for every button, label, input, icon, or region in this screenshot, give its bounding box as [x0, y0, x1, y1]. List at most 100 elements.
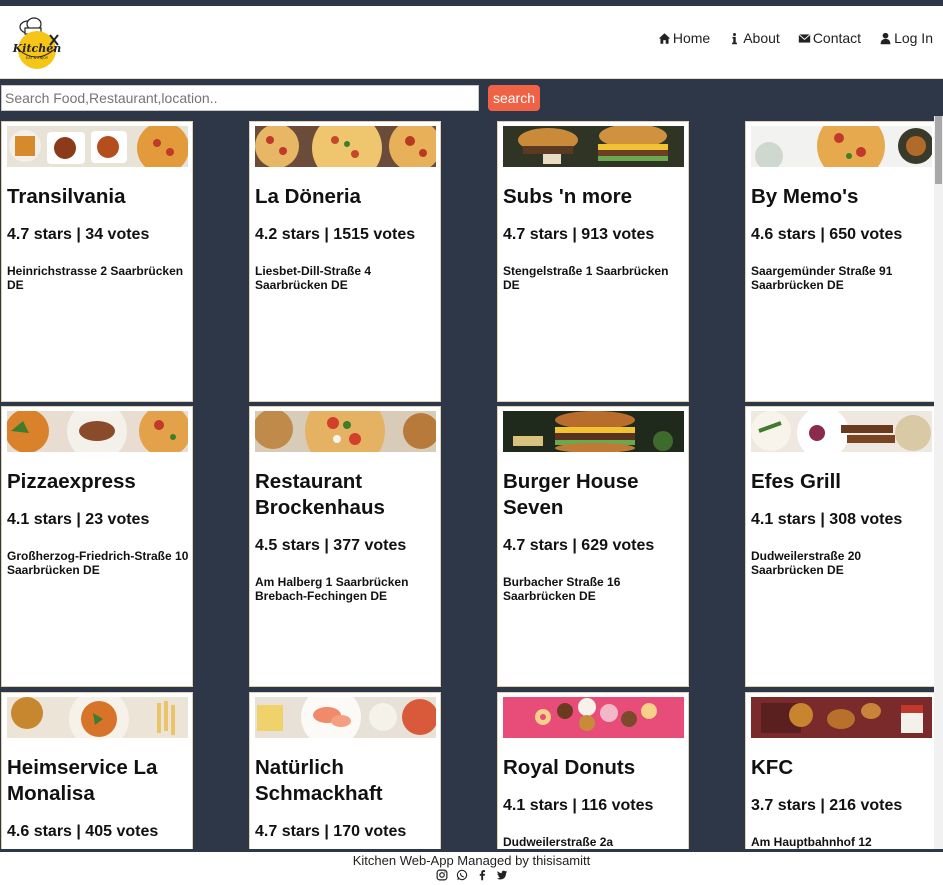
- restaurant-image[interactable]: [255, 126, 436, 167]
- scrollbar[interactable]: [934, 116, 943, 849]
- nav-about[interactable]: About: [728, 30, 780, 46]
- restaurant-card[interactable]: KFC 3.7 stars | 216 votes Am Hauptbahnhof …: [745, 692, 934, 849]
- footer-text: Kitchen Web-App Managed by thisisamitt: [352, 853, 591, 868]
- restaurant-rating: 4.7 stars | 34 votes: [7, 226, 150, 243]
- restaurant-image[interactable]: [7, 126, 188, 167]
- restaurant-image[interactable]: [503, 411, 684, 452]
- restaurant-card-body: Natürlich Schmackhaft 4.7 stars | 170 vot…: [255, 755, 437, 841]
- restaurant-card[interactable]: Natürlich Schmackhaft 4.7 stars | 170 vot…: [249, 692, 441, 849]
- restaurant-card[interactable]: Royal Donuts 4.1 stars | 116 votes Dudweil…: [497, 692, 689, 849]
- restaurant-address: Am Hauptbahnhof 12: [751, 835, 872, 849]
- restaurant-card[interactable]: La Döneria 4.2 stars | 1515 votes Liesbet-…: [249, 121, 441, 402]
- restaurant-name[interactable]: Subs 'n more: [503, 184, 685, 210]
- restaurant-name[interactable]: By Memo's: [751, 184, 933, 210]
- navbar: Kitchen EAT & ENJOY Home About Contact L…: [0, 6, 943, 79]
- restaurant-name[interactable]: KFC: [751, 755, 933, 781]
- twitter-icon[interactable]: [496, 869, 508, 881]
- restaurant-card[interactable]: Pizzaexpress 4.1 stars | 23 votes Großherz…: [1, 406, 193, 687]
- search-input[interactable]: [1, 85, 479, 111]
- nav-about-label: About: [743, 30, 780, 46]
- instagram-icon[interactable]: [436, 869, 448, 881]
- restaurant-image[interactable]: [503, 126, 684, 167]
- envelope-icon: [798, 33, 811, 43]
- restaurant-rating: 3.7 stars | 216 votes: [751, 797, 903, 814]
- restaurant-name[interactable]: Burger House Seven: [503, 469, 685, 521]
- nav-home[interactable]: Home: [658, 30, 710, 46]
- restaurant-rating: 4.6 stars | 405 votes: [7, 823, 159, 840]
- restaurant-card-body: Efes Grill 4.1 stars | 308 votes Dudweiler…: [751, 469, 933, 577]
- restaurant-rating: 4.7 stars | 629 votes: [503, 537, 655, 554]
- restaurant-rating: 4.6 stars | 650 votes: [751, 226, 903, 243]
- restaurant-name[interactable]: Pizzaexpress: [7, 469, 189, 495]
- restaurant-card-body: Transilvania 4.7 stars | 34 votes Heinrich…: [7, 184, 189, 292]
- restaurant-name[interactable]: Natürlich Schmackhaft: [255, 755, 437, 807]
- user-icon: [880, 32, 891, 44]
- restaurant-rating: 4.2 stars | 1515 votes: [255, 226, 416, 243]
- nav-links: Home About Contact Log In: [658, 30, 933, 46]
- restaurant-address: Stengelstraße 1 Saarbrücken DE: [503, 264, 669, 292]
- restaurant-name[interactable]: Royal Donuts: [503, 755, 685, 781]
- restaurant-image[interactable]: [7, 697, 188, 738]
- restaurant-address: Saargemünder Straße 91 Saarbrücken DE: [751, 264, 893, 292]
- restaurant-image[interactable]: [751, 697, 932, 738]
- restaurant-card-body: Subs 'n more 4.7 stars | 913 votes Stengel…: [503, 184, 685, 292]
- nav-home-label: Home: [672, 30, 711, 46]
- scrollbar-thumb[interactable]: [935, 116, 942, 184]
- restaurant-address: Liesbet-Dill-Straße 4 Saarbrücken DE: [255, 264, 372, 292]
- restaurant-image[interactable]: [751, 126, 932, 167]
- restaurant-address: Burbacher Straße 16 Saarbrücken DE: [503, 575, 621, 603]
- facebook-icon[interactable]: [476, 869, 488, 881]
- restaurant-card-body: KFC 3.7 stars | 216 votes Am Hauptbahnhof …: [751, 755, 933, 849]
- restaurant-card[interactable]: Restaurant Brockenhaus 4.5 stars | 377 vo…: [249, 406, 441, 687]
- restaurant-image[interactable]: [7, 411, 188, 452]
- info-icon: [732, 32, 738, 44]
- whatsapp-icon[interactable]: [456, 869, 468, 881]
- nav-login-label: Log In: [894, 30, 933, 46]
- restaurant-image[interactable]: [255, 697, 436, 738]
- restaurant-name[interactable]: Transilvania: [7, 184, 189, 210]
- restaurant-rating: 4.7 stars | 170 votes: [255, 823, 407, 840]
- restaurant-card[interactable]: By Memo's 4.6 stars | 650 votes Saargemünd…: [745, 121, 934, 402]
- nav-contact[interactable]: Contact: [798, 30, 861, 46]
- restaurant-card-body: By Memo's 4.6 stars | 650 votes Saargemünd…: [751, 184, 933, 292]
- nav-contact-label: Contact: [812, 30, 862, 46]
- svg-text:Kitchen: Kitchen: [12, 42, 62, 55]
- restaurant-card[interactable]: Subs 'n more 4.7 stars | 913 votes Stengel…: [497, 121, 689, 402]
- restaurant-image[interactable]: [255, 411, 436, 452]
- kitchen-logo[interactable]: Kitchen EAT & ENJOY: [10, 15, 64, 71]
- svg-text:EAT & ENJOY: EAT & ENJOY: [26, 56, 49, 60]
- restaurant-name[interactable]: La Döneria: [255, 184, 437, 210]
- restaurant-card-body: Royal Donuts 4.1 stars | 116 votes Dudweil…: [503, 755, 685, 849]
- restaurant-card[interactable]: Efes Grill 4.1 stars | 308 votes Dudweiler…: [745, 406, 934, 687]
- restaurant-rating: 4.7 stars | 913 votes: [503, 226, 655, 243]
- restaurant-rating: 4.1 stars | 116 votes: [503, 797, 654, 814]
- restaurant-name[interactable]: Heimservice La Monalisa: [7, 755, 189, 807]
- restaurant-card-body: Restaurant Brockenhaus 4.5 stars | 377 vo…: [255, 469, 437, 603]
- restaurant-card-body: Heimservice La Monalisa 4.6 stars | 405 v…: [7, 755, 189, 841]
- restaurant-image[interactable]: [751, 411, 932, 452]
- restaurant-card[interactable]: Transilvania 4.7 stars | 34 votes Heinrich…: [1, 121, 193, 402]
- nav-login[interactable]: Log In: [879, 30, 933, 46]
- search-button[interactable]: search: [488, 85, 540, 111]
- restaurant-card-body: La Döneria 4.2 stars | 1515 votes Liesbet-…: [255, 184, 437, 292]
- restaurant-address: Dudweilerstraße 20 Saarbrücken DE: [751, 549, 862, 577]
- restaurant-rating: 4.1 stars | 23 votes: [7, 511, 150, 528]
- social-links: [0, 869, 943, 881]
- restaurant-name[interactable]: Restaurant Brockenhaus: [255, 469, 437, 521]
- footer: Kitchen Web-App Managed by thisisamitt: [0, 849, 943, 885]
- restaurant-card-body: Pizzaexpress 4.1 stars | 23 votes Großherz…: [7, 469, 189, 577]
- restaurant-grid: Transilvania 4.7 stars | 34 votes Heinrich…: [0, 116, 934, 849]
- restaurant-card[interactable]: Burger House Seven 4.7 stars | 629 votes B…: [497, 406, 689, 687]
- restaurant-address: Am Halberg 1 Saarbrücken Brebach-Feching…: [255, 575, 409, 603]
- restaurant-address: Dudweilerstraße 2a: [503, 835, 614, 849]
- search-bar: search: [0, 80, 943, 116]
- restaurant-name[interactable]: Efes Grill: [751, 469, 933, 495]
- restaurant-address: Heinrichstrasse 2 Saarbrücken DE: [7, 264, 184, 292]
- restaurant-card[interactable]: Heimservice La Monalisa 4.6 stars | 405 v…: [1, 692, 193, 849]
- restaurant-card-body: Burger House Seven 4.7 stars | 629 votes B…: [503, 469, 685, 603]
- home-icon: [658, 32, 671, 44]
- restaurant-image[interactable]: [503, 697, 684, 738]
- restaurant-rating: 4.1 stars | 308 votes: [751, 511, 903, 528]
- restaurant-address: Großherzog-Friedrich-Straße 10 Saarbrück…: [7, 549, 189, 577]
- restaurant-rating: 4.5 stars | 377 votes: [255, 537, 407, 554]
